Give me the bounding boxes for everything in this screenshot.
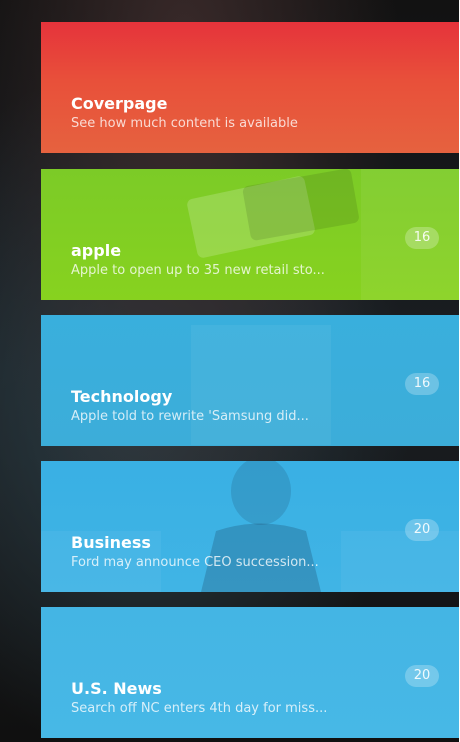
section-title: Technology — [71, 387, 173, 406]
section-tile-technology[interactable]: Technology Apple told to rewrite 'Samsun… — [41, 315, 459, 446]
section-tile-apple[interactable]: apple Apple to open up to 35 new retail … — [41, 169, 459, 300]
section-title: Business — [71, 533, 151, 552]
section-subtitle: See how much content is available — [71, 116, 298, 131]
article-count-badge: 16 — [405, 373, 439, 395]
magazine-photo — [187, 169, 459, 300]
section-title: apple — [71, 241, 122, 260]
technology-photo — [41, 315, 459, 446]
section-title: U.S. News — [71, 679, 162, 698]
section-subtitle: Search off NC enters 4th day for miss... — [71, 701, 328, 716]
section-title: Coverpage — [71, 94, 168, 113]
section-subtitle: Apple to open up to 35 new retail sto... — [71, 263, 325, 278]
article-count-badge: 20 — [405, 665, 439, 687]
screen: Coverpage See how much content is availa… — [0, 0, 460, 742]
article-count-badge: 20 — [405, 519, 439, 541]
section-subtitle: Apple told to rewrite 'Samsung did... — [71, 409, 309, 424]
section-tile-us-news[interactable]: U.S. News Search off NC enters 4th day f… — [41, 607, 459, 738]
section-tile-business[interactable]: Business Ford may announce CEO successio… — [41, 461, 459, 592]
section-tile-coverpage[interactable]: Coverpage See how much content is availa… — [41, 22, 459, 153]
section-subtitle: Ford may announce CEO succession... — [71, 555, 319, 570]
article-count-badge: 16 — [405, 227, 439, 249]
business-photo — [41, 461, 459, 592]
